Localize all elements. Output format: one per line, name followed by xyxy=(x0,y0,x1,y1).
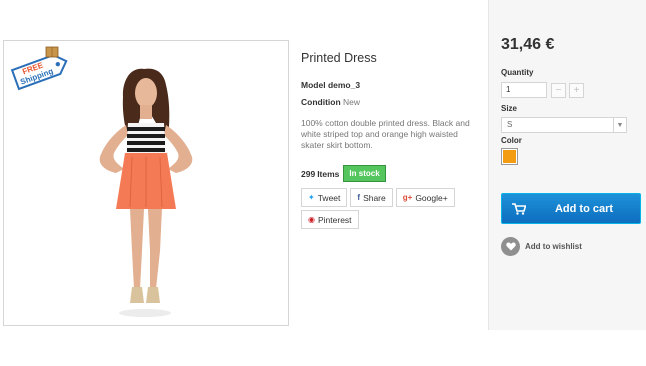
size-label: Size xyxy=(501,104,518,113)
quantity-plus-button[interactable]: + xyxy=(569,83,584,98)
social-share-row: ✦ Tweet f Share g+ Google+ xyxy=(301,188,455,207)
stock-status-badge: In stock xyxy=(343,165,386,182)
tweet-label: Tweet xyxy=(317,192,341,203)
facebook-share-button[interactable]: f Share xyxy=(350,188,393,207)
color-swatch-orange[interactable] xyxy=(501,148,518,165)
product-price: 31,46 € xyxy=(501,36,555,53)
chevron-down-icon: ▼ xyxy=(613,118,626,132)
buy-box: 31,46 € Quantity 1 − + Size S ▼ Color Ad… xyxy=(488,0,646,330)
add-to-wishlist-button[interactable]: Add to wishlist xyxy=(501,237,582,256)
heart-icon xyxy=(501,237,520,256)
model-value: demo_3 xyxy=(327,80,361,90)
product-model: Model demo_3 xyxy=(301,80,360,90)
quantity-unit: Items xyxy=(317,168,340,179)
product-condition: Condition New xyxy=(301,97,360,107)
add-to-wishlist-label: Add to wishlist xyxy=(525,242,582,251)
condition-label: Condition xyxy=(301,97,341,107)
quantity-minus-button[interactable]: − xyxy=(551,83,566,98)
product-description: 100% cotton double printed dress. Black … xyxy=(301,118,470,150)
facebook-icon: f xyxy=(357,193,361,202)
pinterest-label: Pinterest xyxy=(317,214,352,225)
google-plus-icon: g+ xyxy=(402,193,413,202)
social-share-row-2: ◉ Pinterest xyxy=(301,210,359,229)
tweet-button[interactable]: ✦ Tweet xyxy=(301,188,348,207)
cart-icon xyxy=(502,202,536,215)
google-label: Google+ xyxy=(415,192,448,203)
condition-value: New xyxy=(343,97,361,107)
model-label: Model xyxy=(301,80,326,90)
stock-row: 299 Items In stock xyxy=(301,165,386,182)
size-value: S xyxy=(507,120,513,129)
product-photo-model xyxy=(99,68,193,317)
color-swatch-fill xyxy=(503,150,516,163)
quantity-input[interactable]: 1 xyxy=(501,82,547,98)
google-plus-button[interactable]: g+ Google+ xyxy=(395,188,455,207)
product-title: Printed Dress xyxy=(301,51,377,65)
add-to-cart-label: Add to cart xyxy=(554,202,614,215)
size-select[interactable]: S ▼ xyxy=(501,117,627,133)
share-label: Share xyxy=(363,192,386,203)
quantity-available: 299 xyxy=(301,168,316,179)
product-image-frame[interactable]: FREE Shipping xyxy=(3,40,289,326)
pinterest-button[interactable]: ◉ Pinterest xyxy=(301,210,359,229)
color-label: Color xyxy=(501,136,522,145)
quantity-label: Quantity xyxy=(501,68,534,77)
twitter-icon: ✦ xyxy=(308,193,315,202)
add-to-cart-button[interactable]: Add to cart xyxy=(501,193,641,224)
pinterest-icon: ◉ xyxy=(308,215,315,224)
